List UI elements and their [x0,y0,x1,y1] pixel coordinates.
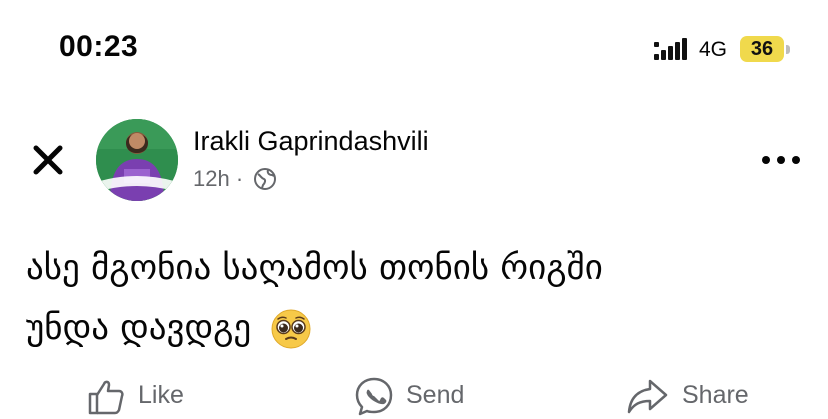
pleading-face-emoji-icon [271,309,311,349]
post-text-line-1: ასე მგონია საღამოს თონის რიგში [26,248,603,288]
share-arrow-icon [627,379,668,413]
like-button[interactable]: Like [86,372,184,419]
avatar[interactable] [96,119,178,201]
status-time: 00:23 [59,30,139,63]
thumbs-up-icon [88,380,124,414]
status-bar: 00:23 4G 36 [0,0,828,100]
like-label: Like [138,381,184,409]
share-label: Share [682,381,749,409]
messenger-icon [355,377,393,415]
post-text-line-2-text: უნდა დავდგე [26,308,252,348]
avatar-photo [96,119,178,201]
cellular-signal-icon [654,38,687,60]
post-actions: Like Send Share [0,372,828,419]
post-text: ასე მგონია საღამოს თონის რიგში უნდა დავდ… [26,238,806,358]
network-type: 4G [699,38,728,61]
post-timestamp[interactable]: 12h [193,166,230,191]
close-icon[interactable] [28,140,68,180]
share-button[interactable]: Share [626,372,749,419]
globe-icon [254,168,277,191]
more-options-icon[interactable] [760,150,802,170]
post-meta: 12h · [193,165,277,195]
battery-cap [786,45,790,54]
author-name[interactable]: Irakli Gaprindashvili [193,126,429,157]
send-label: Send [406,381,465,409]
meta-separator: · [235,166,244,192]
send-button[interactable]: Send [354,372,464,419]
post-text-line-2: უნდა დავდგე [26,298,806,358]
battery-indicator: 36 [740,36,784,62]
